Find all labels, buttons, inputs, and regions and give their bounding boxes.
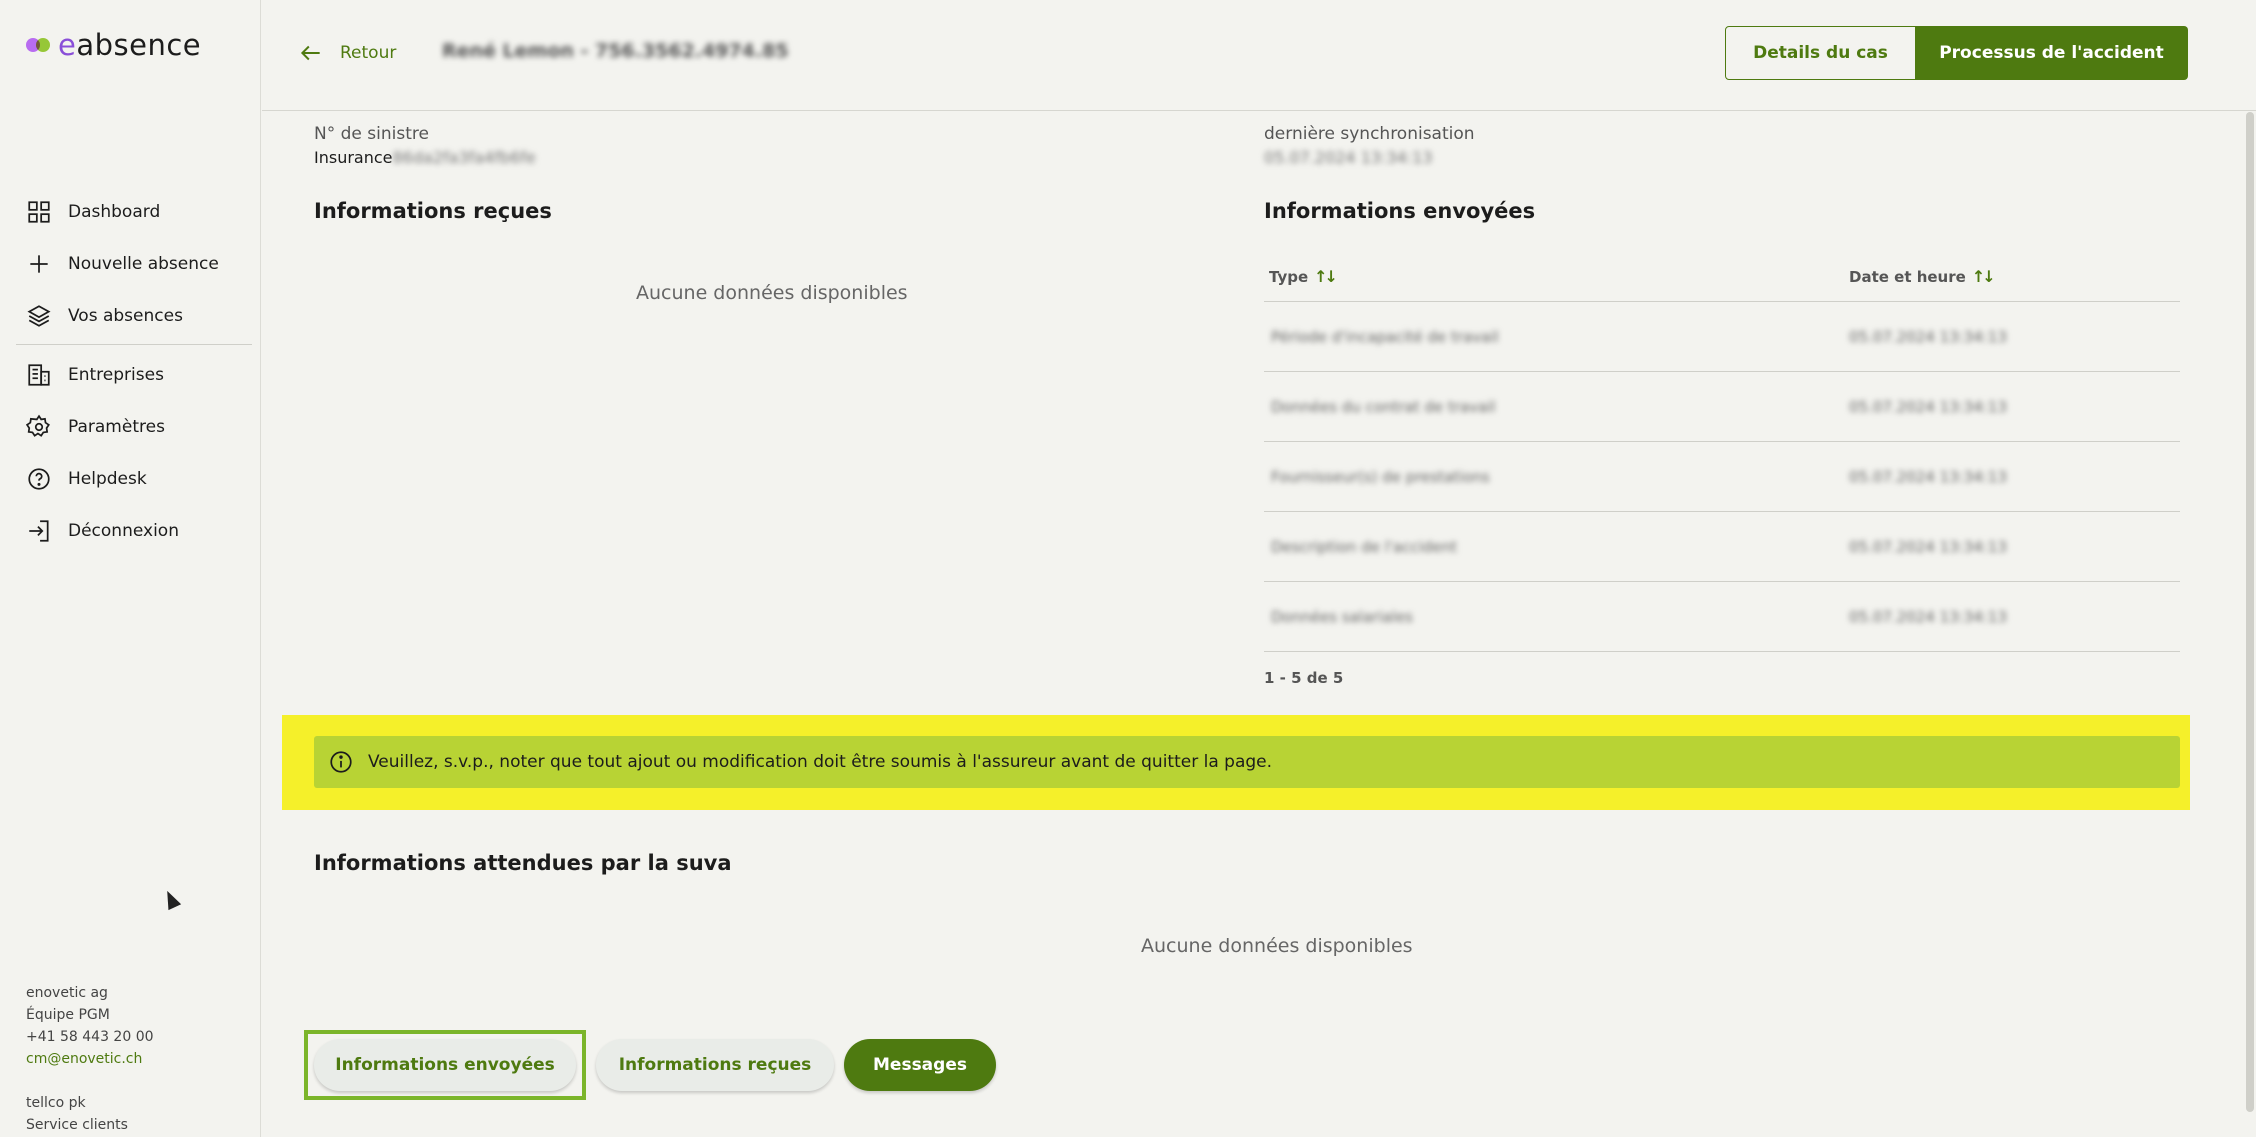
focused-tab-outline: Informations envoyées xyxy=(304,1030,586,1100)
sidebar: eabsence Dashboard Nouvelle absence Vos … xyxy=(0,0,261,1137)
footer-org: tellco pk xyxy=(26,1095,86,1111)
logo-mark-icon xyxy=(26,37,52,53)
building-icon xyxy=(28,364,50,386)
claim-number-label: N° de sinistre xyxy=(314,124,429,144)
table-header: Type ↑↓ Date et heure ↑↓ xyxy=(1264,252,2180,302)
logout-icon xyxy=(29,520,49,542)
sidebar-item-settings[interactable]: Paramètres xyxy=(16,401,252,453)
back-label: Retour xyxy=(340,43,397,63)
last-sync-value: 05.07.2024 13:34:13 xyxy=(1264,148,1433,167)
plus-icon xyxy=(30,255,48,273)
notice-banner: Veuillez, s.v.p., noter que tout ajout o… xyxy=(314,736,2180,788)
footer-email-link[interactable]: cm@enovetic.ch xyxy=(26,1048,154,1070)
gear-icon xyxy=(26,414,50,437)
page-scrollbar[interactable] xyxy=(2246,112,2254,1112)
table-row[interactable]: Données salariales 05.07.2024 13:34:13 xyxy=(1264,582,2180,652)
claim-number-value: Insurance86da2fa3fa4fb6fe xyxy=(314,148,536,167)
sidebar-item-dashboard[interactable]: Dashboard xyxy=(16,186,252,238)
brand-logo[interactable]: eabsence xyxy=(26,28,201,62)
table-row[interactable]: Période d'incapacité de travail 05.07.202… xyxy=(1264,302,2180,372)
info-icon xyxy=(330,751,352,773)
tab-messages[interactable]: Messages xyxy=(844,1039,996,1091)
sidebar-nav: Dashboard Nouvelle absence Vos absences … xyxy=(16,186,252,557)
footer-team: Équipe PGM xyxy=(26,1007,110,1023)
sidebar-item-label: Déconnexion xyxy=(68,521,179,541)
nav-divider xyxy=(16,344,252,345)
grid-icon xyxy=(28,201,50,223)
back-button[interactable]: Retour xyxy=(298,40,396,66)
table-row[interactable]: Fournisseur(s) de prestations 05.07.2024 … xyxy=(1264,442,2180,512)
sidebar-item-logout[interactable]: Déconnexion xyxy=(16,505,252,557)
sent-info-table: Type ↑↓ Date et heure ↑↓ Période d'incapac… xyxy=(1264,252,2180,652)
footer-phone[interactable]: +41 58 443 20 00 xyxy=(26,1026,154,1048)
sidebar-item-label: Paramètres xyxy=(68,417,165,437)
case-details-button[interactable]: Details du cas xyxy=(1725,26,1916,80)
tab-received-info[interactable]: Informations reçues xyxy=(596,1039,834,1091)
received-empty-message: Aucune données disponibles xyxy=(636,282,908,304)
tab-sent-info[interactable]: Informations envoyées xyxy=(314,1039,576,1091)
layers-icon xyxy=(27,305,51,327)
column-date-header[interactable]: Date et heure ↑↓ xyxy=(1849,267,2180,286)
sort-icon[interactable]: ↑↓ xyxy=(1972,267,1996,286)
sidebar-item-companies[interactable]: Entreprises xyxy=(16,349,252,401)
column-type-header[interactable]: Type ↑↓ xyxy=(1264,267,1849,286)
footer-service: Service clients xyxy=(26,1117,128,1133)
expected-info-title: Informations attendues par la suva xyxy=(314,851,732,875)
expected-empty-message: Aucune données disponibles xyxy=(1141,935,1413,957)
sidebar-item-helpdesk[interactable]: Helpdesk xyxy=(16,453,252,505)
sidebar-item-new-absence[interactable]: Nouvelle absence xyxy=(16,238,252,290)
sidebar-footer: enovetic ag Équipe PGM +41 58 443 20 00 … xyxy=(26,982,154,1136)
brand-name: eabsence xyxy=(58,28,202,62)
help-circle-icon xyxy=(28,468,50,490)
sort-icon[interactable]: ↑↓ xyxy=(1314,267,1338,286)
sidebar-item-label: Vos absences xyxy=(68,306,183,326)
notice-text: Veuillez, s.v.p., noter que tout ajout o… xyxy=(368,752,1273,772)
sidebar-item-label: Dashboard xyxy=(68,202,161,222)
sidebar-item-label: Nouvelle absence xyxy=(68,254,219,274)
received-info-title: Informations reçues xyxy=(314,199,552,223)
last-sync-label: dernière synchronisation xyxy=(1264,124,1475,144)
table-row[interactable]: Données du contrat de travail 05.07.2024 … xyxy=(1264,372,2180,442)
footer-company: enovetic ag xyxy=(26,985,108,1001)
sidebar-item-label: Helpdesk xyxy=(68,469,147,489)
sidebar-item-label: Entreprises xyxy=(68,365,164,385)
notice-highlight: Veuillez, s.v.p., noter que tout ajout o… xyxy=(282,715,2190,810)
page-title: René Lemon - 756.3562.4974.85 xyxy=(442,40,789,62)
sent-info-title: Informations envoyées xyxy=(1264,199,1536,223)
bottom-tabbar: Informations envoyées Informations reçue… xyxy=(304,1030,996,1100)
page-header: Retour René Lemon - 756.3562.4974.85 Det… xyxy=(262,0,2256,111)
accident-process-button[interactable]: Processus de l'accident xyxy=(1915,26,2188,80)
arrow-left-icon xyxy=(300,45,320,61)
sidebar-item-your-absences[interactable]: Vos absences xyxy=(16,290,252,342)
table-row[interactable]: Description de l'accident 05.07.2024 13:3… xyxy=(1264,512,2180,582)
pagination-summary: 1 - 5 de 5 xyxy=(1264,669,1344,687)
